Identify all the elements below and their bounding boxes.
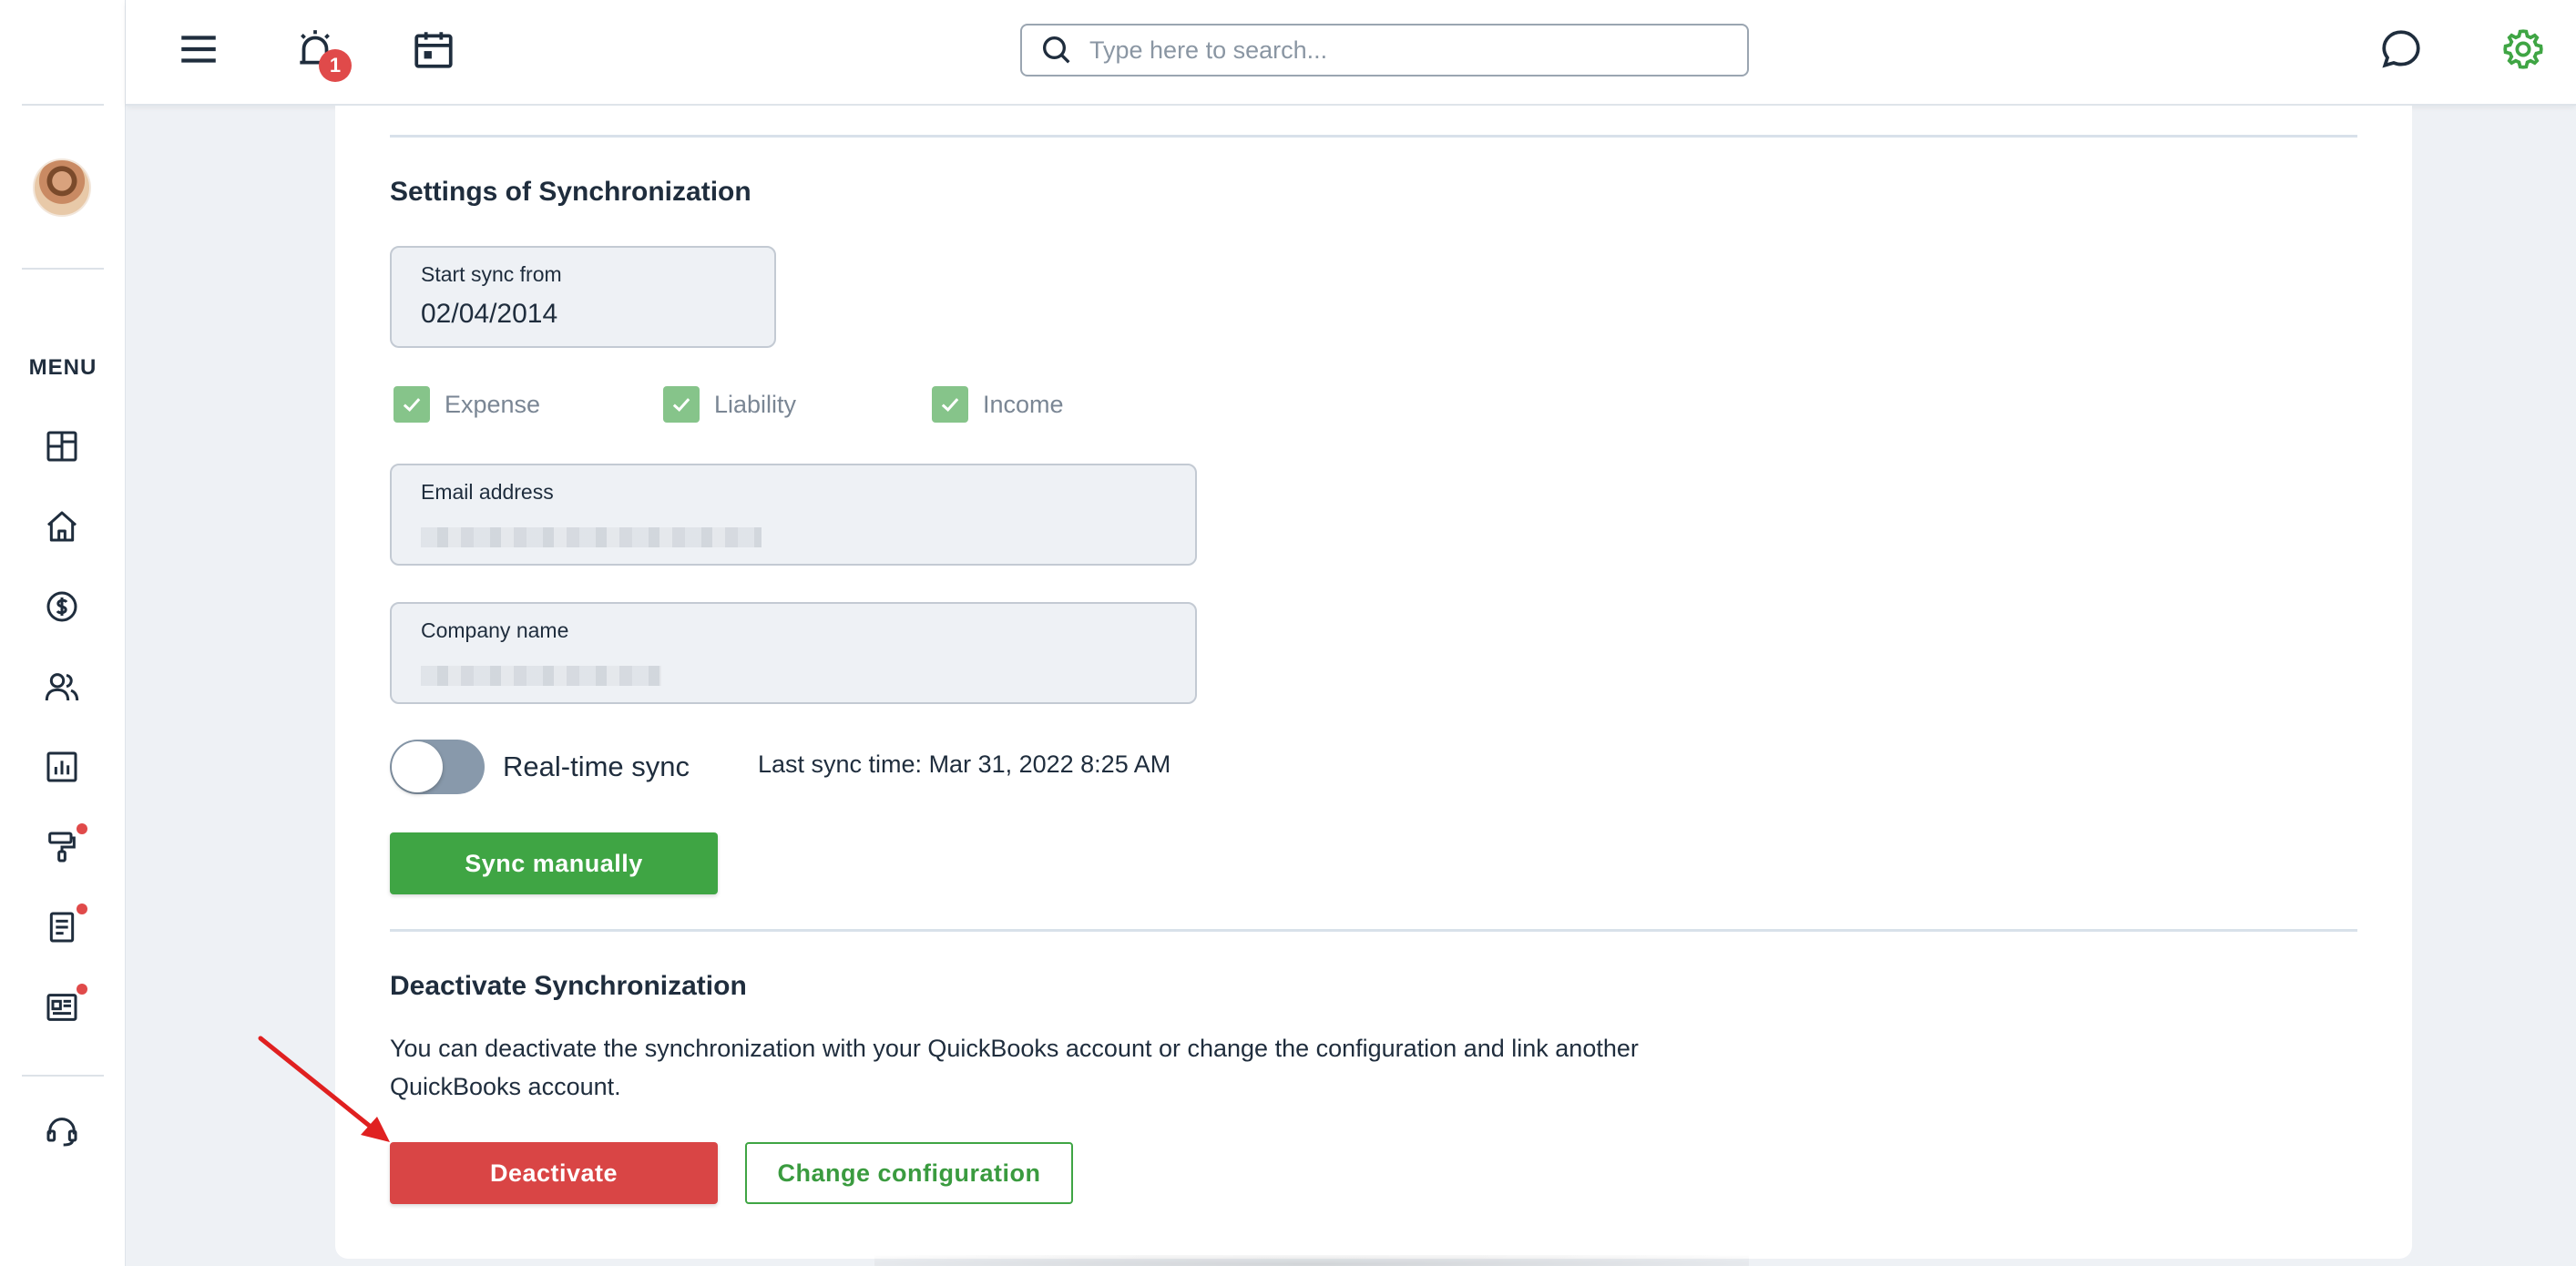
gear-icon: [2503, 29, 2543, 69]
liability-checkbox[interactable]: Liability: [663, 386, 796, 423]
notification-dot: [77, 904, 87, 914]
paint-roller-icon: [48, 832, 76, 863]
start-sync-label: Start sync from: [421, 262, 562, 286]
sync-settings-title: Settings of Synchronization: [390, 177, 751, 207]
scroll-shadow: [874, 1255, 1749, 1266]
email-label: Email address: [421, 480, 554, 504]
checkbox-box: [663, 386, 700, 423]
newspaper-icon: [46, 994, 77, 1021]
top-bar: 1: [126, 0, 2576, 106]
sidebar-divider: [22, 268, 104, 270]
change-configuration-button[interactable]: Change configuration: [745, 1142, 1073, 1204]
realtime-sync-label: Real-time sync: [503, 750, 690, 782]
sidebar-item-users[interactable]: [40, 665, 84, 709]
sidebar-item-news[interactable]: [40, 984, 87, 1029]
checkbox-box: [394, 386, 430, 423]
section-divider: [390, 135, 2357, 138]
notifications-button[interactable]: 1: [290, 24, 352, 82]
sidebar-item-support[interactable]: [40, 1109, 84, 1153]
email-field[interactable]: Email address: [390, 464, 1197, 566]
check-icon: [672, 398, 690, 412]
home-icon: [47, 511, 77, 542]
check-icon: [941, 398, 959, 412]
start-sync-field[interactable]: Start sync from 02/04/2014: [390, 246, 776, 348]
deactivate-button[interactable]: Deactivate: [390, 1142, 718, 1204]
income-checkbox[interactable]: Income: [932, 386, 1064, 423]
sidebar-item-finance[interactable]: [40, 585, 84, 628]
sidebar-divider: [22, 104, 104, 106]
document-icon: [49, 912, 75, 943]
expense-checkbox[interactable]: Expense: [394, 386, 540, 423]
redacted-company: [421, 666, 661, 686]
search-icon: [1043, 36, 1070, 64]
redacted-email: [421, 527, 762, 547]
dashboard-icon: [46, 431, 77, 462]
sync-settings-card: Settings of Synchronization Start sync f…: [335, 106, 2412, 1259]
company-label: Company name: [421, 618, 569, 642]
realtime-sync-toggle[interactable]: [390, 740, 485, 794]
notification-dot: [77, 823, 87, 834]
section-divider: [390, 929, 2357, 932]
last-sync-time: Last sync time: Mar 31, 2022 8:25 AM: [758, 750, 1171, 778]
sidebar-item-reports[interactable]: [40, 745, 84, 789]
sidebar-item-tools[interactable]: [40, 823, 87, 869]
red-arrow-annotation: [258, 1036, 390, 1142]
notification-badge: 1: [319, 49, 352, 82]
headset-icon: [46, 1118, 77, 1147]
bar-chart-icon: [46, 751, 77, 782]
check-icon: [403, 398, 421, 412]
toggle-knob: [392, 741, 443, 792]
checkbox-label: Income: [983, 390, 1064, 418]
deactivate-description: You can deactivate the synchronization w…: [390, 1035, 1639, 1100]
hamburger-icon: [181, 36, 216, 63]
app-logo[interactable]: [22, 18, 104, 73]
sidebar: MENU: [0, 0, 126, 1266]
search-bar: [1020, 24, 1749, 77]
checkbox-label: Liability: [714, 390, 797, 418]
chat-button[interactable]: [2376, 24, 2427, 75]
sidebar-item-home[interactable]: [40, 505, 84, 548]
sidebar-divider: [22, 1075, 104, 1077]
dollar-circle-icon: [46, 591, 77, 622]
calendar-button[interactable]: [408, 24, 459, 75]
settings-button[interactable]: [2498, 24, 2549, 75]
start-sync-value: 02/04/2014: [421, 299, 558, 329]
checkbox-box: [932, 386, 968, 423]
users-icon: [45, 673, 79, 701]
notification-dot: [77, 984, 87, 995]
search-input[interactable]: [1089, 36, 1709, 65]
calendar-icon: [414, 32, 453, 68]
hamburger-menu-button[interactable]: [173, 24, 224, 75]
chat-bubble-icon: [2382, 30, 2420, 68]
sidebar-item-documents[interactable]: [40, 904, 87, 949]
sync-manually-button[interactable]: Sync manually: [390, 832, 718, 894]
checkbox-label: Expense: [445, 390, 541, 418]
company-name-field[interactable]: Company name: [390, 602, 1197, 704]
deactivate-title: Deactivate Synchronization: [390, 971, 747, 1001]
sidebar-item-dashboard[interactable]: [40, 424, 84, 468]
menu-label: MENU: [28, 355, 97, 380]
avatar[interactable]: [33, 158, 91, 217]
